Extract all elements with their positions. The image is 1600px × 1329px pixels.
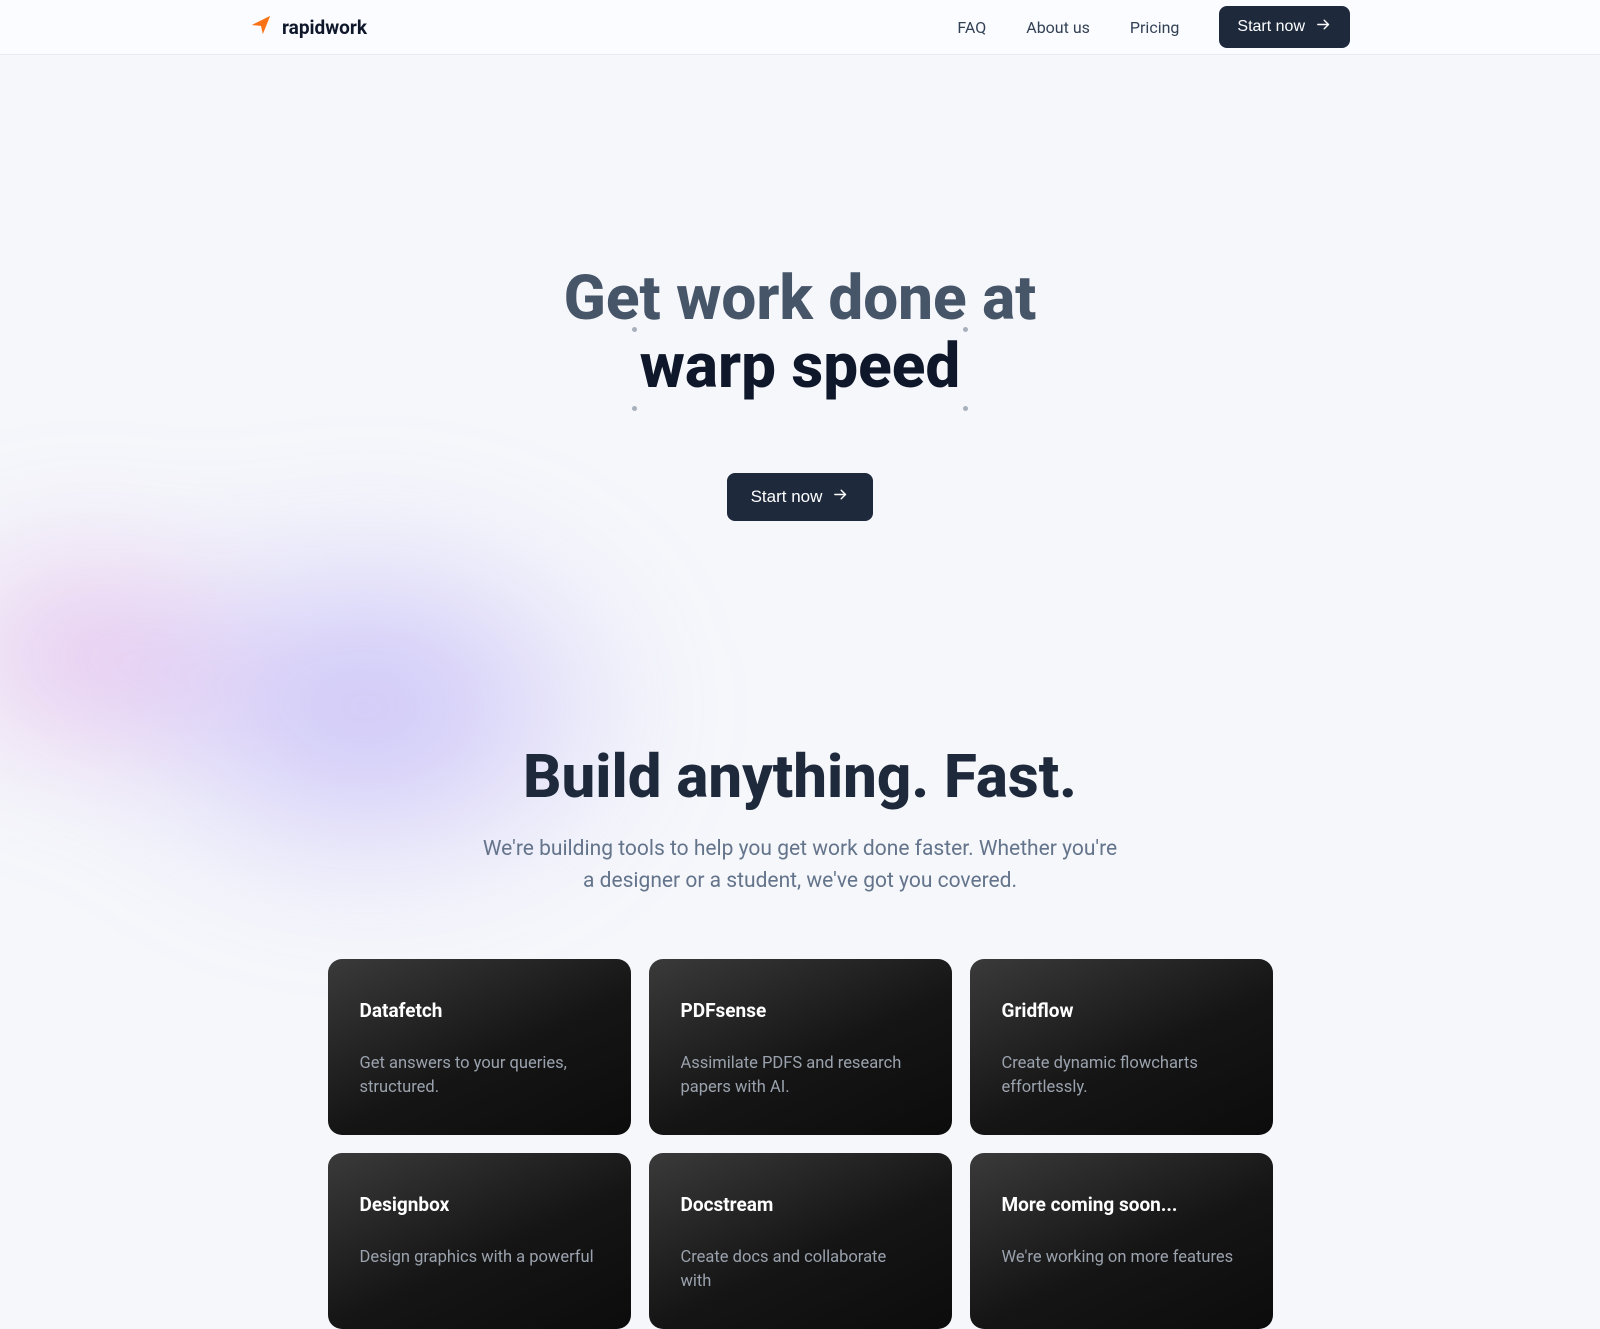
- paper-plane-icon: [250, 14, 272, 41]
- selection-handle-icon: [632, 406, 637, 411]
- card-desc: Assimilate PDFS and research papers with…: [681, 1052, 920, 1100]
- primary-nav: FAQ About us Pricing Start now: [957, 6, 1350, 48]
- hero-cta-label: Start now: [751, 487, 823, 507]
- nav-start-now-button[interactable]: Start now: [1219, 6, 1350, 48]
- card-title: Docstream: [681, 1193, 920, 1216]
- hero-start-now-button[interactable]: Start now: [727, 473, 874, 521]
- brand-logo[interactable]: rapidwork: [250, 14, 367, 41]
- feature-card-gridflow[interactable]: Gridflow Create dynamic flowcharts effor…: [970, 959, 1273, 1135]
- feature-card-designbox[interactable]: Designbox Design graphics with a powerfu…: [328, 1153, 631, 1329]
- card-desc: Design graphics with a powerful: [360, 1246, 599, 1270]
- selection-handle-icon: [632, 327, 637, 332]
- card-title: Datafetch: [360, 999, 599, 1022]
- features-section: Build anything. Fast. We're building too…: [0, 521, 1600, 1329]
- hero-section: Get work done at warp speed Start now: [0, 55, 1600, 521]
- hero-line-1: Get work done at: [564, 262, 1037, 335]
- features-subheading: We're building tools to help you get wor…: [480, 834, 1120, 897]
- nav-link-faq[interactable]: FAQ: [957, 18, 986, 37]
- card-desc: Create docs and collaborate with: [681, 1246, 920, 1294]
- hero-heading: Get work done at warp speed: [0, 265, 1600, 401]
- card-title: PDFsense: [681, 999, 920, 1022]
- card-title: Designbox: [360, 1193, 599, 1216]
- card-title: More coming soon...: [1002, 1193, 1241, 1216]
- nav-link-pricing[interactable]: Pricing: [1130, 18, 1180, 37]
- card-desc: Create dynamic flowcharts effortlessly.: [1002, 1052, 1241, 1100]
- site-header: rapidwork FAQ About us Pricing Start now: [0, 0, 1600, 55]
- arrow-right-icon: [1315, 16, 1332, 38]
- features-heading: Build anything. Fast.: [0, 741, 1600, 812]
- selection-handle-icon: [963, 327, 968, 332]
- nav-link-about[interactable]: About us: [1026, 18, 1090, 37]
- feature-card-pdfsense[interactable]: PDFsense Assimilate PDFS and research pa…: [649, 959, 952, 1135]
- nav-cta-label: Start now: [1237, 18, 1305, 36]
- selection-handle-icon: [963, 406, 968, 411]
- feature-card-more[interactable]: More coming soon... We're working on mor…: [970, 1153, 1273, 1329]
- hero-line-2: warp speed: [640, 330, 961, 403]
- card-desc: We're working on more features: [1002, 1246, 1241, 1270]
- hero-line-2-selection: warp speed: [640, 333, 961, 401]
- feature-card-datafetch[interactable]: Datafetch Get answers to your queries, s…: [328, 959, 631, 1135]
- feature-card-docstream[interactable]: Docstream Create docs and collaborate wi…: [649, 1153, 952, 1329]
- feature-card-grid: Datafetch Get answers to your queries, s…: [328, 959, 1273, 1329]
- brand-name: rapidwork: [282, 16, 367, 39]
- arrow-right-icon: [832, 486, 849, 508]
- card-desc: Get answers to your queries, structured.: [360, 1052, 599, 1100]
- card-title: Gridflow: [1002, 999, 1241, 1022]
